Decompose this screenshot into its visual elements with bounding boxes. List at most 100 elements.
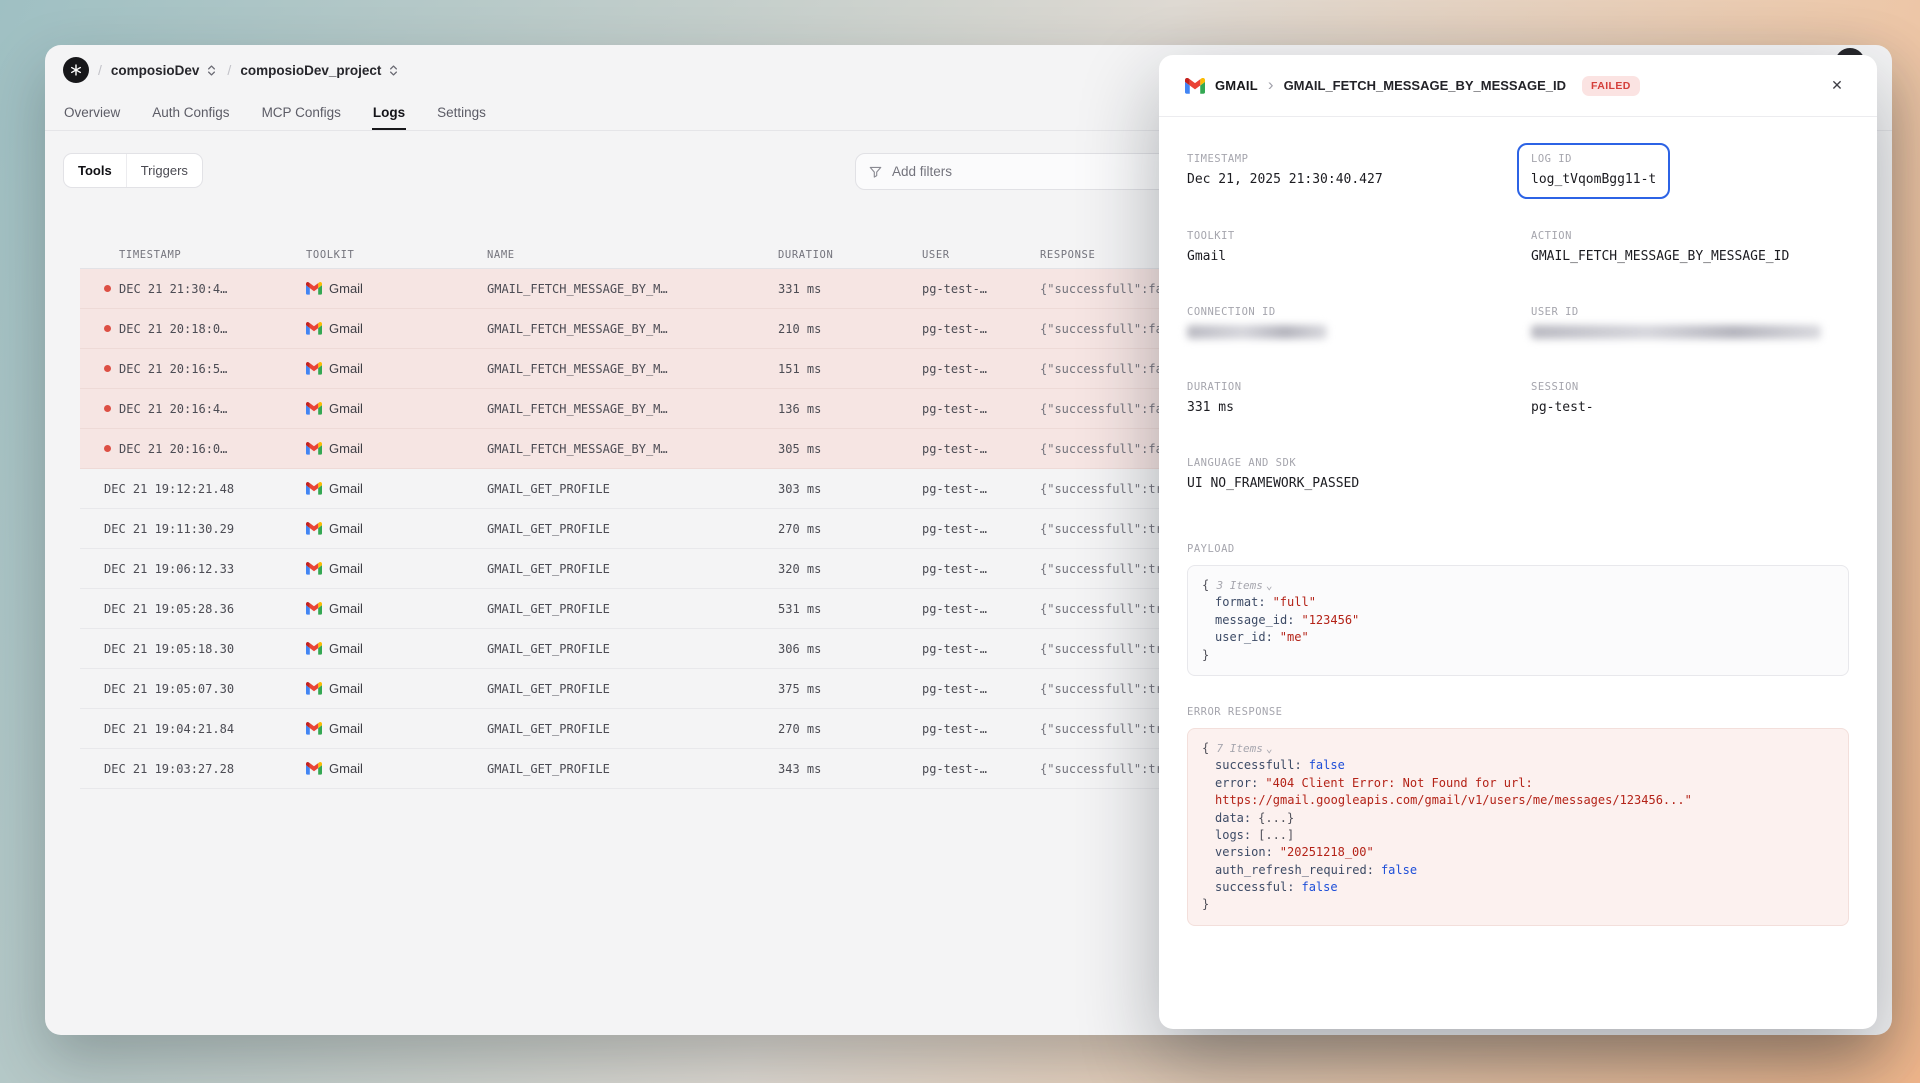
cell-name: GMAIL_GET_PROFILE [487, 522, 778, 536]
cell-toolkit: Gmail [306, 481, 487, 496]
status-badge: FAILED [1582, 76, 1640, 96]
cell-user: pg-test-… [922, 402, 1040, 416]
cell-toolkit: Gmail [306, 681, 487, 696]
cell-toolkit: Gmail [306, 521, 487, 536]
chevron-right-icon: › [1268, 76, 1274, 93]
cell-name: GMAIL_FETCH_MESSAGE_BY_M… [487, 442, 778, 456]
col-user: USER [922, 249, 1040, 261]
cell-user: pg-test-… [922, 642, 1040, 656]
tab-settings[interactable]: Settings [436, 95, 487, 130]
cell-name: GMAIL_GET_PROFILE [487, 562, 778, 576]
filter-funnel-icon [868, 164, 883, 179]
cell-toolkit: Gmail [306, 441, 487, 456]
panel-toolkit-name: GMAIL [1215, 78, 1258, 93]
tab-logs[interactable]: Logs [372, 95, 406, 130]
cell-user: pg-test-… [922, 682, 1040, 696]
composio-logo[interactable] [63, 57, 89, 83]
json-entry: error:"404 Client Error: Not Found for u… [1202, 775, 1834, 810]
log-type-toggle: Tools Triggers [63, 153, 203, 188]
field-timestamp: TIMESTAMP Dec 21, 2025 21:30:40.427 [1187, 153, 1505, 188]
gmail-icon [306, 282, 322, 295]
cell-duration: 320 ms [778, 562, 922, 576]
cell-timestamp: DEC 21 19:12:21.48 [80, 482, 306, 496]
tab-auth-configs[interactable]: Auth Configs [151, 95, 230, 130]
json-entry: format:"full" [1202, 594, 1834, 611]
json-entry: successful:false [1202, 879, 1834, 896]
gmail-icon [306, 522, 322, 535]
cell-duration: 343 ms [778, 762, 922, 776]
cell-duration: 306 ms [778, 642, 922, 656]
close-icon: ✕ [1831, 77, 1843, 94]
cell-duration: 136 ms [778, 402, 922, 416]
cell-user: pg-test-… [922, 722, 1040, 736]
cell-name: GMAIL_FETCH_MESSAGE_BY_M… [487, 402, 778, 416]
gmail-icon [306, 442, 322, 455]
cell-user: pg-test-… [922, 522, 1040, 536]
project-switcher[interactable]: composioDev_project [240, 63, 400, 78]
segment-triggers[interactable]: Triggers [127, 154, 202, 187]
cell-toolkit: Gmail [306, 561, 487, 576]
breadcrumb-separator: / [227, 62, 231, 78]
cell-toolkit: Gmail [306, 641, 487, 656]
cell-timestamp: DEC 21 19:04:21.84 [80, 722, 306, 736]
cell-name: GMAIL_GET_PROFILE [487, 482, 778, 496]
payload-section: PAYLOAD { 3 Items⌄ format:"full" message… [1187, 543, 1849, 676]
json-entry: message_id:"123456" [1202, 612, 1834, 629]
col-name: NAME [487, 249, 778, 261]
payload-entries: format:"full" message_id:"123456" user_i… [1202, 594, 1834, 646]
gmail-icon [306, 562, 322, 575]
cell-duration: 305 ms [778, 442, 922, 456]
cell-timestamp: DEC 21 21:30:4… [80, 282, 306, 296]
log-id-focus-box[interactable]: LOG ID log_tVqomBgg11-t [1517, 143, 1670, 199]
gmail-icon [306, 762, 322, 775]
field-session: SESSION pg-test- [1531, 381, 1849, 415]
failed-dot-icon [104, 445, 111, 452]
tab-mcp-configs[interactable]: MCP Configs [261, 95, 342, 130]
cell-timestamp: DEC 21 20:16:5… [80, 362, 306, 376]
error-collapse-toggle[interactable]: 7 Items⌄ [1216, 742, 1272, 755]
cell-toolkit: Gmail [306, 601, 487, 616]
error-response-label: ERROR RESPONSE [1187, 706, 1849, 718]
project-name: composioDev_project [240, 63, 381, 78]
cell-name: GMAIL_GET_PROFILE [487, 602, 778, 616]
cell-user: pg-test-… [922, 482, 1040, 496]
cell-duration: 375 ms [778, 682, 922, 696]
org-switcher[interactable]: composioDev [111, 63, 219, 78]
tab-overview[interactable]: Overview [63, 95, 121, 130]
composio-logo-icon [69, 63, 83, 77]
close-panel-button[interactable]: ✕ [1823, 72, 1851, 100]
cell-user: pg-test-… [922, 762, 1040, 776]
gmail-icon [306, 402, 322, 415]
cell-toolkit: Gmail [306, 321, 487, 336]
panel-body: TIMESTAMP Dec 21, 2025 21:30:40.427 LOG … [1159, 117, 1877, 926]
log-detail-panel: GMAIL › GMAIL_FETCH_MESSAGE_BY_MESSAGE_I… [1159, 55, 1877, 1029]
payload-label: PAYLOAD [1187, 543, 1849, 555]
redacted-connection-id [1187, 325, 1327, 339]
cell-duration: 303 ms [778, 482, 922, 496]
gmail-icon [306, 322, 322, 335]
chevron-down-icon: ⌄ [1266, 742, 1273, 755]
json-entry: data:{...} [1202, 810, 1834, 827]
segment-tools[interactable]: Tools [64, 154, 127, 187]
cell-toolkit: Gmail [306, 761, 487, 776]
failed-dot-icon [104, 365, 111, 372]
cell-duration: 210 ms [778, 322, 922, 336]
cell-toolkit: Gmail [306, 281, 487, 296]
cell-timestamp: DEC 21 19:05:07.30 [80, 682, 306, 696]
cell-timestamp: DEC 21 20:18:0… [80, 322, 306, 336]
error-entries: successfull:false error:"404 Client Erro… [1202, 757, 1834, 896]
panel-action-name: GMAIL_FETCH_MESSAGE_BY_MESSAGE_ID [1284, 78, 1566, 93]
gmail-icon [306, 362, 322, 375]
cell-name: GMAIL_GET_PROFILE [487, 762, 778, 776]
redacted-user-id [1531, 325, 1821, 339]
cell-timestamp: DEC 21 19:11:30.29 [80, 522, 306, 536]
failed-dot-icon [104, 285, 111, 292]
gmail-icon [306, 642, 322, 655]
payload-collapse-toggle[interactable]: 3 Items⌄ [1216, 579, 1272, 592]
payload-json: { 3 Items⌄ format:"full" message_id:"123… [1187, 565, 1849, 676]
cell-name: GMAIL_GET_PROFILE [487, 642, 778, 656]
cell-user: pg-test-… [922, 362, 1040, 376]
cell-name: GMAIL_GET_PROFILE [487, 682, 778, 696]
cell-timestamp: DEC 21 19:05:18.30 [80, 642, 306, 656]
cell-duration: 331 ms [778, 282, 922, 296]
